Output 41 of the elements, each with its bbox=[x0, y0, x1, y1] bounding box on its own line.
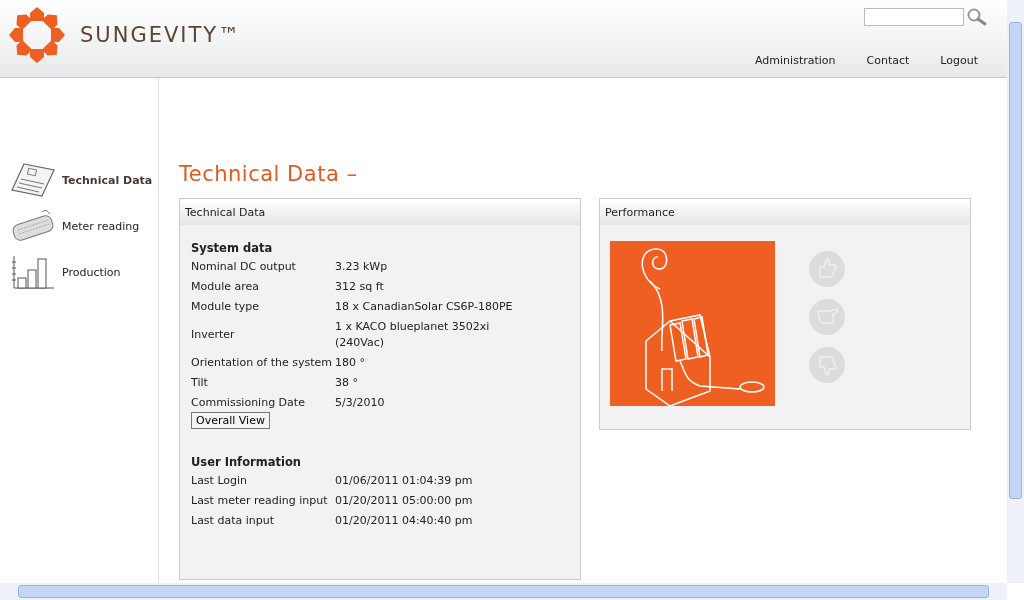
field-label: Last meter reading input bbox=[191, 493, 329, 509]
overall-view-button[interactable]: Overall View bbox=[191, 412, 270, 429]
field-value: 01/06/2011 01:04:39 pm bbox=[335, 473, 474, 489]
field-value: 01/20/2011 05:00:00 pm bbox=[335, 493, 474, 509]
panel-title: Technical Data bbox=[180, 199, 580, 225]
field-value: 3.23 kWp bbox=[335, 259, 389, 275]
sidebar-item[interactable]: Technical Data bbox=[0, 162, 160, 198]
search-icon[interactable] bbox=[967, 8, 987, 26]
field-label: Module type bbox=[191, 299, 261, 315]
field-label: Orientation of the system bbox=[191, 355, 333, 371]
search-field[interactable] bbox=[864, 8, 964, 26]
field-label: Module area bbox=[191, 279, 261, 295]
field-value: 01/20/2011 04:40:40 pm bbox=[335, 513, 474, 529]
field-label: Last data input bbox=[191, 513, 275, 529]
horizontal-scrollbar[interactable] bbox=[0, 583, 1007, 600]
page-title: Technical Data – bbox=[179, 162, 359, 186]
field-value: 312 sq ft bbox=[335, 279, 385, 295]
vertical-scrollbar[interactable] bbox=[1007, 0, 1024, 583]
document-icon bbox=[10, 162, 56, 198]
field-value: 38 ° bbox=[335, 375, 359, 391]
field-label: Inverter bbox=[191, 327, 236, 343]
section-heading: System data bbox=[191, 241, 274, 255]
field-value: 18 x CanadianSolar CS6P-180PE bbox=[335, 299, 514, 315]
field-label: Nominal DC output bbox=[191, 259, 297, 275]
panel-title: Performance bbox=[600, 199, 970, 225]
sidebar-item[interactable]: Production bbox=[0, 254, 160, 290]
field-value: 5/3/2010 bbox=[335, 395, 386, 411]
nav-link[interactable]: Logout bbox=[940, 54, 978, 67]
section-heading: User Information bbox=[191, 455, 302, 469]
keyboard-icon bbox=[10, 208, 56, 244]
nav-link[interactable]: Administration bbox=[755, 54, 836, 67]
field-label: Last Login bbox=[191, 473, 249, 489]
field-label: Tilt bbox=[191, 375, 209, 391]
field-value: 180 ° bbox=[335, 355, 366, 371]
nav-link[interactable]: Contact bbox=[866, 54, 910, 67]
bar-chart-icon bbox=[10, 254, 56, 290]
field-label: Commissioning Date bbox=[191, 395, 306, 411]
logo-wordmark: SUNGEVITY™ bbox=[80, 23, 242, 47]
field-value: 1 x KACO blueplanet 3502xi (240Vac) bbox=[335, 319, 491, 351]
sun-logo-icon bbox=[8, 6, 66, 64]
sidebar-item[interactable]: Meter reading bbox=[0, 208, 160, 244]
